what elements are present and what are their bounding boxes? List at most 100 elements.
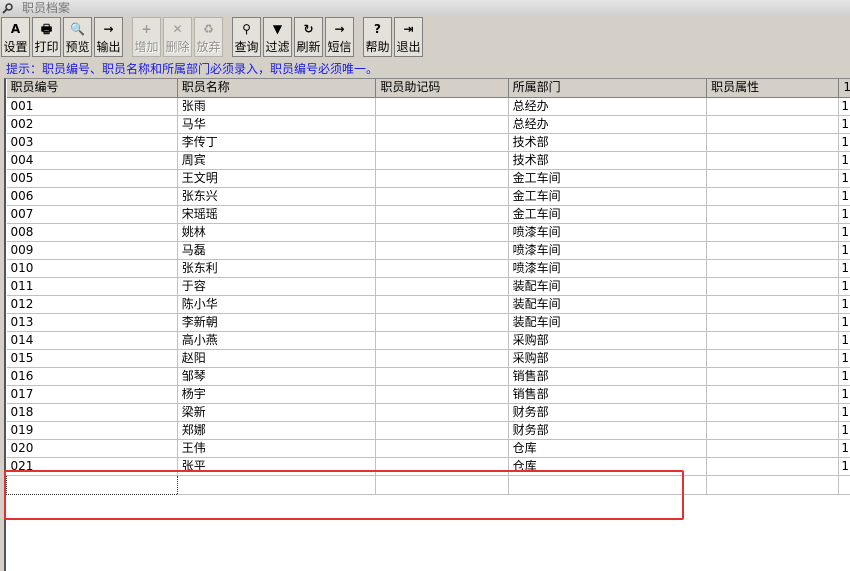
table-cell[interactable] <box>376 295 508 313</box>
new-entry-cell[interactable] <box>508 475 707 494</box>
table-cell[interactable]: 1 <box>839 403 850 421</box>
table-cell[interactable]: 周宾 <box>177 151 376 169</box>
table-cell[interactable]: 1 <box>839 97 850 115</box>
table-cell[interactable]: 1 <box>839 367 850 385</box>
table-cell[interactable]: 1 <box>839 169 850 187</box>
table-cell[interactable]: 马华 <box>177 115 376 133</box>
table-cell[interactable]: 张东利 <box>177 259 376 277</box>
settings-button[interactable]: A设置 <box>1 17 30 57</box>
table-cell[interactable] <box>376 187 508 205</box>
table-cell[interactable]: 装配车间 <box>508 295 707 313</box>
sms-button[interactable]: →短信 <box>325 17 354 57</box>
table-cell[interactable]: 马磊 <box>177 241 376 259</box>
table-cell[interactable] <box>376 457 508 475</box>
table-cell[interactable] <box>707 313 839 331</box>
table-row[interactable]: 005王文明金工车间1 <box>7 169 850 187</box>
table-cell[interactable]: 008 <box>7 223 178 241</box>
table-cell[interactable]: 李传丁 <box>177 133 376 151</box>
table-row[interactable]: 018梁新财务部1 <box>7 403 850 421</box>
table-row[interactable]: 008姚林喷漆车间1 <box>7 223 850 241</box>
table-cell[interactable]: 财务部 <box>508 421 707 439</box>
table-cell[interactable] <box>376 385 508 403</box>
table-cell[interactable]: 017 <box>7 385 178 403</box>
table-cell[interactable]: 1 <box>839 277 850 295</box>
table-cell[interactable]: 1 <box>839 313 850 331</box>
new-entry-row[interactable] <box>7 475 850 494</box>
table-cell[interactable]: 李新朝 <box>177 313 376 331</box>
table-cell[interactable]: 财务部 <box>508 403 707 421</box>
table-cell[interactable] <box>707 331 839 349</box>
table-cell[interactable]: 1 <box>839 295 850 313</box>
help-button[interactable]: ?帮助 <box>363 17 392 57</box>
table-cell[interactable] <box>707 277 839 295</box>
table-cell[interactable]: 019 <box>7 421 178 439</box>
binoculars-button[interactable]: ⚲查询 <box>232 17 261 57</box>
table-cell[interactable] <box>707 205 839 223</box>
table-cell[interactable] <box>707 133 839 151</box>
table-cell[interactable]: 1 <box>839 331 850 349</box>
table-cell[interactable]: 1 <box>839 241 850 259</box>
table-row[interactable]: 013李新朝装配车间1 <box>7 313 850 331</box>
table-cell[interactable]: 王伟 <box>177 439 376 457</box>
table-cell[interactable] <box>376 277 508 295</box>
table-cell[interactable] <box>707 187 839 205</box>
table-cell[interactable]: 邹琴 <box>177 367 376 385</box>
new-entry-cell[interactable] <box>839 475 850 494</box>
table-cell[interactable] <box>376 241 508 259</box>
table-cell[interactable]: 001 <box>7 97 178 115</box>
table-cell[interactable]: 007 <box>7 205 178 223</box>
table-row[interactable]: 016邹琴 销售部 1 <box>7 367 850 385</box>
table-cell[interactable] <box>707 241 839 259</box>
table-cell[interactable] <box>376 97 508 115</box>
table-cell[interactable] <box>707 259 839 277</box>
table-cell[interactable] <box>707 421 839 439</box>
table-cell[interactable]: 销售部 <box>508 367 707 385</box>
table-cell[interactable]: 014 <box>7 331 178 349</box>
table-cell[interactable]: 020 <box>7 439 178 457</box>
column-header[interactable]: 职员属性 <box>707 79 839 97</box>
column-header[interactable]: 1 <box>839 79 850 97</box>
table-cell[interactable]: 陈小华 <box>177 295 376 313</box>
table-cell[interactable]: 采购部 <box>508 349 707 367</box>
table-cell[interactable]: 016 <box>7 367 178 385</box>
table-cell[interactable]: 技术部 <box>508 151 707 169</box>
table-cell[interactable]: 1 <box>839 133 850 151</box>
table-cell[interactable]: 1 <box>839 151 850 169</box>
table-row[interactable]: 021张平仓库1 <box>7 457 850 475</box>
table-cell[interactable]: 1 <box>839 259 850 277</box>
table-cell[interactable]: 金工车间 <box>508 169 707 187</box>
table-row[interactable]: 001张雨总经办1 <box>7 97 850 115</box>
table-row[interactable]: 017杨宇销售部1 <box>7 385 850 403</box>
table-cell[interactable] <box>707 151 839 169</box>
table-row[interactable]: 019郑娜财务部1 <box>7 421 850 439</box>
new-entry-cell[interactable] <box>376 475 508 494</box>
new-entry-cell[interactable] <box>7 475 178 494</box>
new-entry-cell[interactable] <box>707 475 839 494</box>
table-cell[interactable] <box>707 169 839 187</box>
table-cell[interactable] <box>707 115 839 133</box>
table-cell[interactable]: 采购部 <box>508 331 707 349</box>
table-cell[interactable] <box>376 223 508 241</box>
table-cell[interactable]: 002 <box>7 115 178 133</box>
table-cell[interactable]: 总经办 <box>508 115 707 133</box>
table-row[interactable]: 003李传丁技术部1 <box>7 133 850 151</box>
table-cell[interactable]: 喷漆车间 <box>508 241 707 259</box>
table-cell[interactable]: 宋瑶瑶 <box>177 205 376 223</box>
column-header[interactable]: 所属部门 <box>508 79 707 97</box>
printer-button[interactable]: 🖶打印 <box>32 17 61 57</box>
table-cell[interactable] <box>376 313 508 331</box>
table-cell[interactable] <box>376 349 508 367</box>
filter-button[interactable]: ▼过滤 <box>263 17 292 57</box>
table-cell[interactable]: 于容 <box>177 277 376 295</box>
table-row[interactable]: 014高小燕 采购部 1 <box>7 331 850 349</box>
table-cell[interactable]: 高小燕 <box>177 331 376 349</box>
table-row[interactable]: 002马华总经办1 <box>7 115 850 133</box>
employee-grid[interactable]: 职员编号职员名称职员助记码所属部门职员属性1 001张雨总经办1002马华总经办… <box>4 78 850 571</box>
table-cell[interactable]: 005 <box>7 169 178 187</box>
table-cell[interactable] <box>707 295 839 313</box>
table-cell[interactable] <box>376 331 508 349</box>
table-cell[interactable]: 018 <box>7 403 178 421</box>
table-row[interactable]: 004周宾技术部1 <box>7 151 850 169</box>
table-row[interactable]: 020王伟仓库1 <box>7 439 850 457</box>
table-row[interactable]: 010张东利喷漆车间1 <box>7 259 850 277</box>
